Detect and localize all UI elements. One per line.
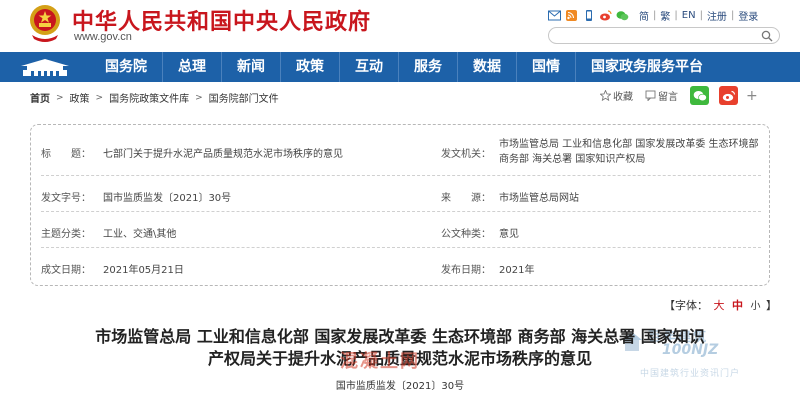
row-divider: [41, 247, 761, 248]
weibo-icon: [722, 90, 735, 101]
docno-label: 发文字号：: [41, 193, 91, 204]
top-link-login[interactable]: 登录: [738, 8, 758, 23]
type-value: 意见: [499, 229, 519, 240]
site-header: 中华人民共和国中央人民政府 www.gov.cn 简 | 繁 | EN | 注册…: [0, 0, 800, 52]
top-tools: 简 | 繁 | EN | 注册 | 登录: [548, 8, 758, 23]
written-date-value: 2021年05月21日: [103, 265, 184, 276]
breadcrumb-separator-icon: >: [56, 92, 64, 103]
source-label: 来 源：: [441, 193, 491, 204]
nav-item-state-council[interactable]: 国务院: [90, 52, 163, 82]
nav-item-news[interactable]: 新闻: [222, 52, 281, 82]
nav-item-policy[interactable]: 政策: [281, 52, 340, 82]
national-emblem-icon[interactable]: [28, 3, 62, 43]
more-share-icon[interactable]: +: [746, 88, 758, 104]
nav-items: 国务院 总理 新闻 政策 互动 服务 数据 国情 国家政务服务平台: [90, 52, 718, 82]
breadcrumb-policy-library[interactable]: 国务院政策文件库: [109, 90, 189, 105]
favorite-label: 收藏: [613, 92, 633, 103]
docno-value: 国市监质监发〔2021〕30号: [103, 193, 232, 204]
nav-item-data[interactable]: 数据: [458, 52, 517, 82]
title-value: 七部门关于提升水泥产品质量规范水泥市场秩序的意见: [103, 149, 343, 160]
comment-label: 留言: [658, 92, 678, 103]
share-weibo-button[interactable]: [719, 86, 738, 105]
share-wechat-button[interactable]: [690, 86, 709, 105]
document-number: 国市监质监发〔2021〕30号: [335, 381, 465, 392]
search-icon[interactable]: [761, 30, 773, 42]
published-date-value: 2021年: [499, 265, 535, 276]
breadcrumb-department-docs[interactable]: 国务院部门文件: [209, 90, 279, 105]
font-size-large[interactable]: 大: [714, 299, 725, 312]
font-size-end: 】: [766, 299, 777, 312]
row-divider: [41, 175, 761, 176]
favorite-button[interactable]: 收藏: [600, 88, 633, 103]
issuer-value: 市场监管总局 工业和信息化部 国家发展改革委 生态环境部 商务部 海关总署 国家…: [499, 139, 759, 165]
breadcrumb-home[interactable]: 首页: [30, 90, 50, 105]
comment-icon: [645, 90, 656, 101]
nav-item-gov-service-platform[interactable]: 国家政务服务平台: [576, 52, 718, 82]
document-title-line-1: 市场监管总局 工业和信息化部 国家发展改革委 生态环境部 商务部 海关总署 国家…: [95, 327, 705, 346]
nav-item-national-conditions[interactable]: 国情: [517, 52, 576, 82]
main-nav: 国务院 总理 新闻 政策 互动 服务 数据 国情 国家政务服务平台: [0, 52, 800, 82]
breadcrumb-bar: 首页 > 政策 > 国务院政策文件库 > 国务院部门文件 收藏 留言 +: [0, 82, 800, 110]
divider: |: [699, 10, 703, 21]
nav-item-services[interactable]: 服务: [399, 52, 458, 82]
watermark-middle: 混凝土网: [340, 351, 420, 372]
font-size-small[interactable]: 小: [751, 301, 761, 312]
wechat-icon[interactable]: [616, 10, 629, 21]
comment-button[interactable]: 留言: [645, 88, 678, 103]
search-box: [548, 27, 780, 44]
weibo-icon[interactable]: [599, 10, 612, 21]
top-links: 简 | 繁 | EN | 注册 | 登录: [639, 8, 758, 23]
font-size-label: 【字体：: [664, 299, 708, 312]
top-link-traditional[interactable]: 繁: [660, 8, 670, 23]
top-link-register[interactable]: 注册: [707, 8, 727, 23]
document-info-table: 标 题： 七部门关于提升水泥产品质量规范水泥市场秩序的意见 发文机关： 市场监管…: [30, 124, 770, 286]
wechat-icon: [693, 90, 707, 101]
star-icon: [600, 90, 611, 101]
top-link-simplified[interactable]: 简: [639, 8, 649, 23]
type-label: 公文种类：: [441, 229, 491, 240]
category-label: 主题分类：: [41, 229, 91, 240]
font-size-switcher: 【字体： 大 中 小 】: [664, 297, 777, 313]
breadcrumb: 首页 > 政策 > 国务院政策文件库 > 国务院部门文件: [30, 90, 279, 106]
issuer-label: 发文机关：: [441, 149, 491, 160]
mobile-icon[interactable]: [582, 10, 595, 21]
tiananmen-icon: [21, 59, 69, 76]
nav-item-premier[interactable]: 总理: [163, 52, 222, 82]
rss-icon[interactable]: [565, 10, 578, 21]
search-input[interactable]: [557, 29, 747, 42]
published-date-label: 发布日期：: [441, 265, 491, 276]
mail-icon[interactable]: [548, 10, 561, 21]
site-url: www.gov.cn: [74, 31, 132, 43]
crumb-tools: 收藏 留言 +: [600, 86, 758, 105]
divider: |: [674, 10, 678, 21]
written-date-label: 成文日期：: [41, 265, 91, 276]
row-divider: [41, 211, 761, 212]
font-size-medium[interactable]: 中: [732, 299, 743, 312]
title-label: 标 题：: [41, 149, 91, 160]
breadcrumb-separator-icon: >: [95, 92, 104, 103]
nav-home-logo[interactable]: [0, 52, 90, 82]
category-value: 工业、交通\其他: [103, 229, 177, 240]
source-value: 市场监管总局网站: [499, 193, 579, 204]
breadcrumb-separator-icon: >: [195, 92, 203, 103]
breadcrumb-policy[interactable]: 政策: [70, 90, 90, 105]
top-link-english[interactable]: EN: [682, 10, 696, 21]
divider: |: [653, 10, 657, 21]
nav-item-interaction[interactable]: 互动: [340, 52, 399, 82]
divider: |: [730, 10, 735, 21]
